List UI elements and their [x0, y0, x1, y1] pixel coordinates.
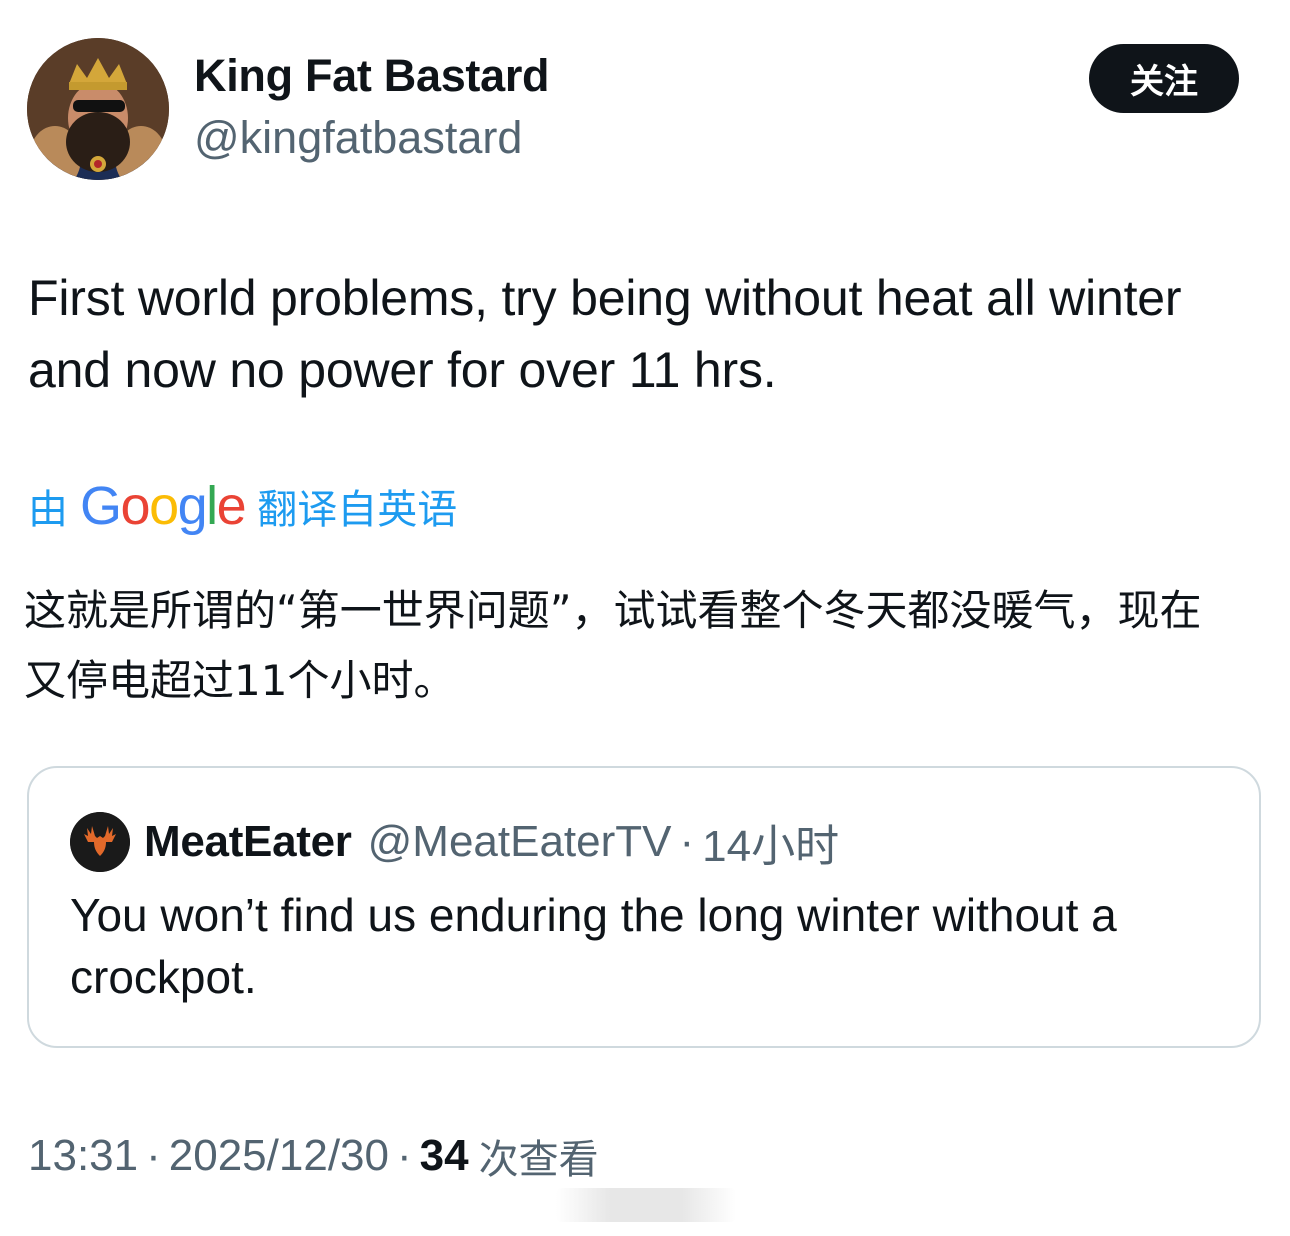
tweet-metadata: 13:31 · 2025/12/30 · 34 次查看	[28, 1126, 599, 1186]
google-logo-letter: G	[80, 476, 122, 536]
quoted-author-name[interactable]: MeatEater	[144, 817, 352, 867]
author-handle[interactable]: @kingfatbastard	[194, 112, 522, 164]
quoted-tweet-time[interactable]: 14小时	[702, 810, 839, 874]
tweet-date[interactable]: 2025/12/30	[169, 1131, 389, 1181]
separator-dot: ·	[679, 817, 695, 866]
separator-dot: ·	[146, 1131, 161, 1180]
king-portrait-icon	[27, 38, 169, 180]
google-logo-letter: l	[206, 476, 218, 536]
quoted-tweet-card[interactable]: MeatEater @MeatEaterTV · 14小时 You won’t …	[27, 766, 1261, 1048]
author-avatar[interactable]	[27, 38, 169, 180]
author-display-name[interactable]: King Fat Bastard	[194, 50, 550, 102]
views-label[interactable]: 次查看	[479, 1127, 599, 1185]
google-logo-letter: g	[177, 476, 208, 536]
tweet-text: First world problems, try being without …	[28, 270, 1182, 398]
google-logo: Google	[80, 476, 247, 536]
translation-attribution[interactable]: 由 Google 翻译自英语	[28, 474, 457, 538]
translated-text: 这就是所谓的“第一世界问题”，试试看整个冬天都没暖气，现在又停电超过11个小时。	[24, 586, 1202, 705]
google-logo-letter: o	[149, 476, 179, 536]
quoted-author-handle[interactable]: @MeatEaterTV	[368, 817, 672, 867]
google-logo-letter: o	[120, 476, 151, 536]
quoted-tweet-header: MeatEater @MeatEaterTV · 14小时	[144, 812, 839, 872]
quoted-tweet-text: You won’t find us enduring the long wint…	[70, 889, 1117, 1003]
separator-dot: ·	[396, 1131, 412, 1180]
tweet-time[interactable]: 13:31	[28, 1131, 138, 1181]
quoted-author-avatar[interactable]	[70, 812, 130, 872]
moose-antlers-icon	[70, 812, 130, 872]
translation-suffix: 翻译自英语	[257, 487, 458, 533]
views-count[interactable]: 34	[420, 1131, 469, 1181]
translation-prefix: 由	[28, 487, 68, 533]
watermark-smudge	[556, 1188, 736, 1222]
google-logo-letter: e	[216, 476, 247, 536]
follow-button[interactable]: 关注	[1089, 44, 1239, 113]
